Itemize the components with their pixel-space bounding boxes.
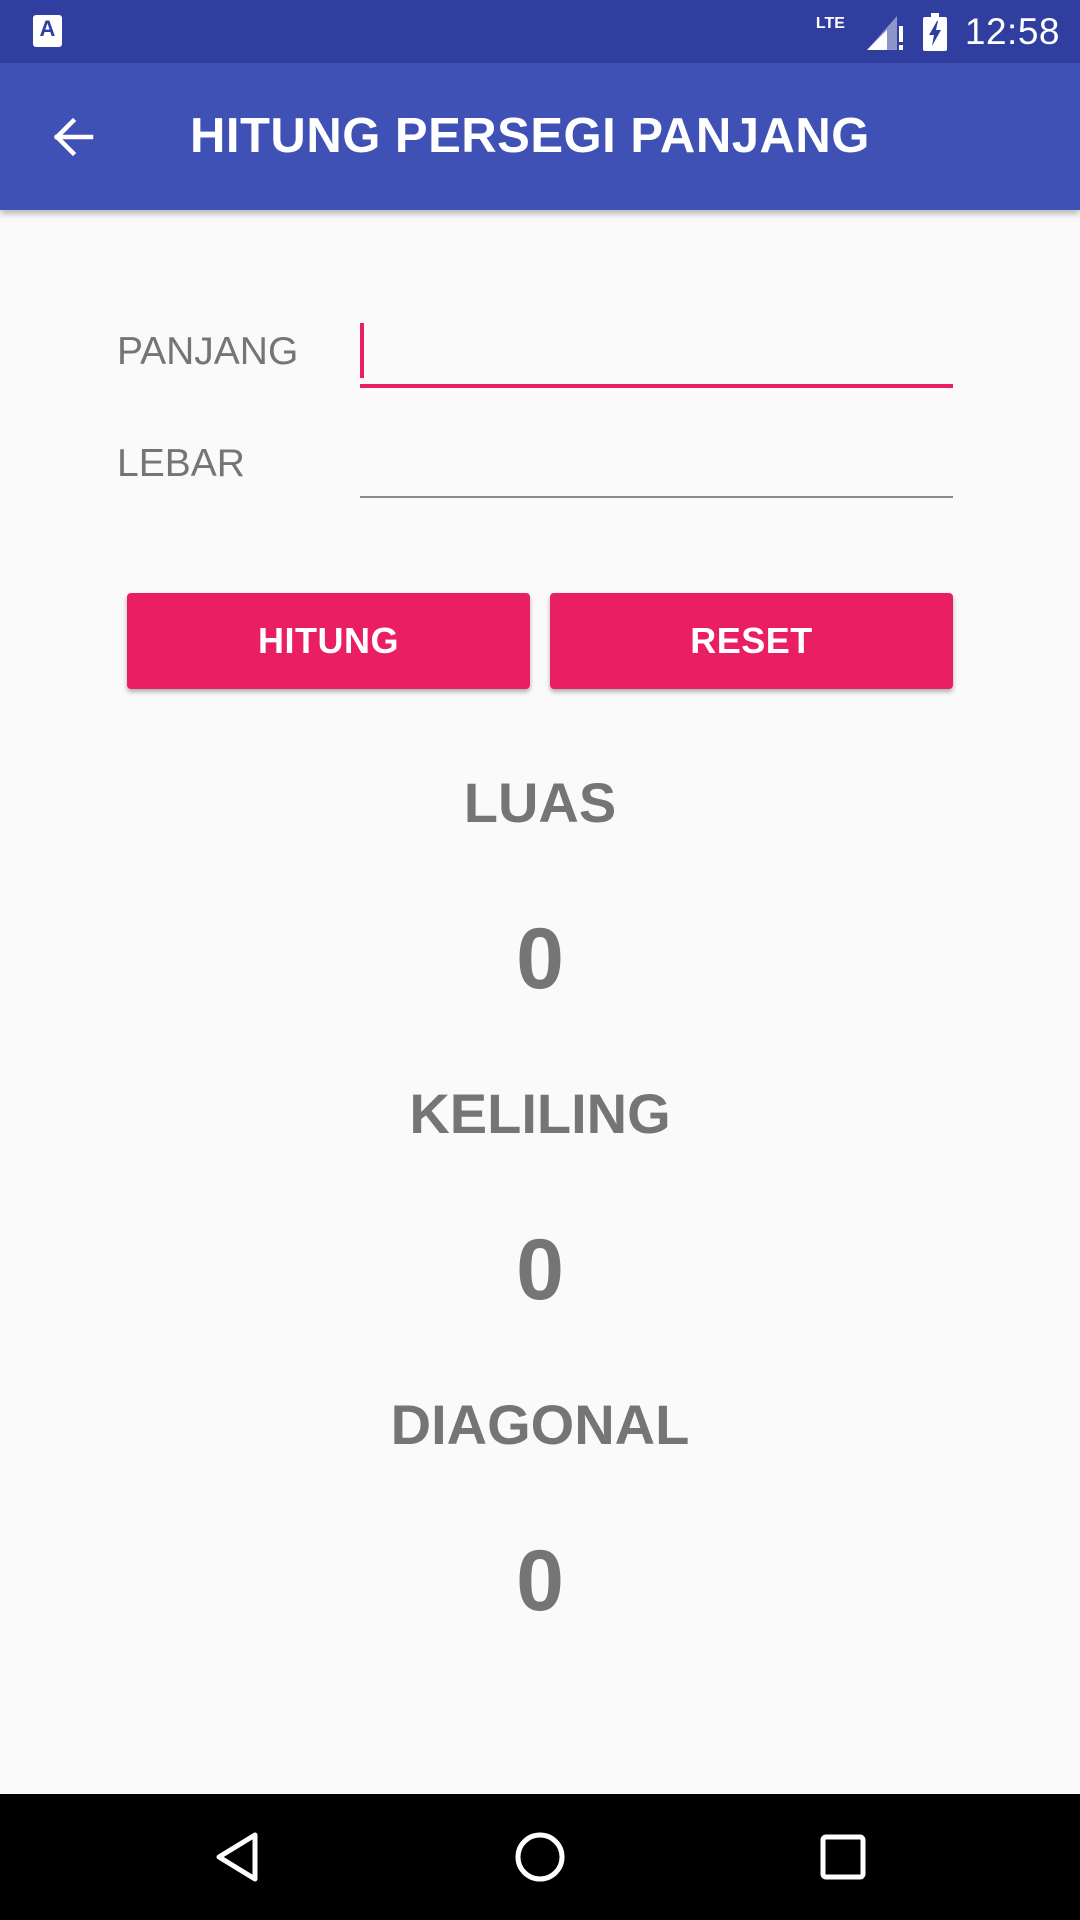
keliling-value: 0: [516, 1222, 564, 1318]
reset-button[interactable]: RESET: [550, 593, 953, 689]
lebar-label: LEBAR: [117, 442, 245, 485]
arrow-back-icon: [53, 117, 94, 157]
status-right: LTE 12:58: [816, 0, 1060, 63]
app-bar: HITUNG PERSEGI PANJANG: [0, 63, 1080, 210]
status-clock: 12:58: [964, 10, 1060, 52]
text-a-icon: A: [33, 15, 62, 47]
keliling-heading: KELILING: [409, 1082, 671, 1145]
text-cursor: [360, 323, 364, 378]
navigation-bar: [0, 1794, 1080, 1920]
panjang-input-underline: [360, 384, 953, 388]
nav-recents-icon: [820, 1834, 866, 1880]
nav-back-button[interactable]: [202, 1822, 272, 1892]
network-type-label: LTE: [815, 14, 845, 32]
nav-home-icon: [515, 1832, 565, 1882]
page-title: HITUNG PERSEGI PANJANG: [190, 109, 870, 163]
diagonal-value: 0: [516, 1533, 564, 1629]
luas-value: 0: [516, 911, 564, 1007]
diagonal-heading: DIAGONAL: [390, 1393, 690, 1456]
panjang-input[interactable]: [360, 322, 953, 382]
status-bar: A LTE 12:58: [0, 0, 1080, 63]
signal-icon: [866, 15, 903, 50]
lebar-input[interactable]: [360, 432, 953, 492]
battery-charging-icon: [922, 12, 947, 51]
notification-glyph: A: [39, 16, 56, 41]
panjang-label: PANJANG: [117, 330, 299, 373]
nav-home-button[interactable]: [505, 1822, 575, 1892]
back-button[interactable]: [30, 100, 116, 174]
hitung-button[interactable]: HITUNG: [127, 593, 530, 689]
nav-back-icon: [216, 1832, 258, 1882]
luas-heading: LUAS: [463, 771, 617, 834]
nav-recents-button[interactable]: [808, 1822, 878, 1892]
lebar-input-underline: [360, 496, 953, 498]
